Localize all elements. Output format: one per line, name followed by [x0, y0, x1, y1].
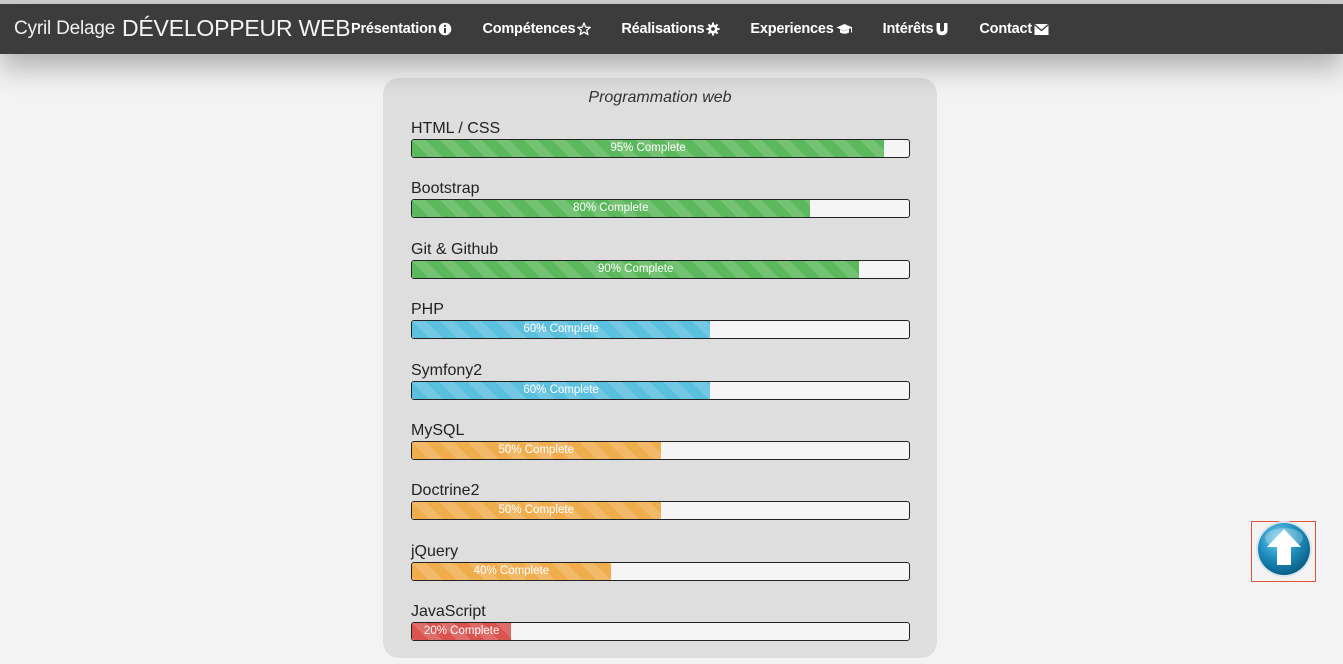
progress-fill: 60% Complete	[412, 321, 711, 339]
progress-bar: 50% Complete	[411, 440, 910, 460]
star-icon	[577, 22, 592, 36]
skill-label: Doctrine2	[411, 482, 480, 500]
panel-title: Programmation web	[588, 89, 732, 106]
skill-label: Symfony2	[411, 361, 483, 379]
gear-icon	[706, 22, 720, 36]
skill-label: jQuery	[411, 542, 459, 560]
progress-bar: 90% Complete	[411, 259, 910, 279]
nav-label: Contact	[979, 21, 1032, 37]
skill-item: Git & Github 90% Complete	[411, 241, 910, 301]
progress-label: 90% Complete	[597, 262, 674, 275]
skill-label: MySQL	[411, 421, 465, 439]
nav-links: Présentation Compétences Réalisations Ex…	[351, 4, 1079, 54]
progress-label: 50% Complete	[498, 504, 574, 517]
nav-label: Compétences	[482, 21, 576, 37]
brand-name[interactable]: Cyril Delage	[14, 18, 115, 40]
skill-item: jQuery 40% Complete	[411, 543, 910, 603]
envelope-icon	[1034, 23, 1049, 36]
skill-label: PHP	[411, 301, 444, 319]
progress-label: 95% Complete	[610, 142, 686, 154]
progress-label: 50% Complete	[498, 443, 574, 456]
info-circle-icon	[438, 22, 452, 36]
skill-label: HTML / CSS	[411, 120, 501, 137]
progress-label: 60% Complete	[523, 323, 599, 336]
skills-list: HTML / CSS 95% Complete Bootstrap 80% Compl…	[411, 120, 910, 664]
skill-item: MySQL 50% Complete	[411, 422, 910, 482]
skill-label: Git & Github	[411, 240, 499, 258]
skill-item: PHP 60% Complete	[411, 301, 910, 361]
skill-item: HTML / CSS 95% Complete	[411, 120, 910, 180]
nav-link-competences[interactable]: Compétences	[482, 21, 592, 37]
nav-link-realisations[interactable]: Réalisations	[621, 21, 720, 37]
skill-item: Symfony2 60% Complete	[411, 362, 910, 422]
progress-fill: 50% Complete	[412, 502, 661, 520]
progress-bar: 50% Complete	[411, 501, 910, 521]
progress-fill: 90% Complete	[412, 260, 860, 278]
skill-item: Bootstrap 80% Complete	[411, 180, 910, 240]
nav-label: Experiences	[750, 21, 834, 37]
arrow-up-circle-icon	[1254, 519, 1314, 584]
progress-fill: 80% Complete	[412, 200, 810, 218]
progress-fill: 40% Complete	[412, 562, 611, 580]
progress-label: 60% Complete	[523, 383, 599, 396]
skills-panel: Programmation web HTML / CSS 95% Complete…	[383, 78, 937, 658]
nav-label: Intérêts	[882, 21, 934, 37]
navbar: Cyril Delage DÉVELOPPEUR WEB Présentatio…	[0, 4, 1343, 54]
progress-bar: 80% Complete	[411, 199, 910, 219]
skill-item: Doctrine2 50% Complete	[411, 482, 910, 542]
nav-label: Présentation	[351, 21, 437, 37]
progress-fill: 60% Complete	[412, 381, 711, 399]
scroll-to-top-button[interactable]	[1251, 521, 1316, 582]
nav-link-contact[interactable]: Contact	[979, 21, 1049, 37]
progress-bar: 60% Complete	[411, 320, 910, 340]
nav-link-experiences[interactable]: Experiences	[750, 21, 853, 37]
progress-fill: 95% Complete	[412, 140, 885, 157]
magnet-icon	[935, 22, 949, 36]
nav-link-interets[interactable]: Intérêts	[883, 21, 950, 37]
brand-title: DÉVELOPPEUR WEB	[122, 15, 351, 41]
nav-link-presentation[interactable]: Présentation	[351, 21, 452, 37]
progress-bar: 95% Complete	[411, 139, 910, 158]
skill-label: Bootstrap	[411, 180, 480, 198]
progress-fill: 50% Complete	[412, 441, 661, 459]
progress-label: 80% Complete	[573, 202, 649, 215]
graduation-cap-icon	[836, 22, 853, 36]
nav-label: Réalisations	[621, 21, 705, 37]
progress-bar: 60% Complete	[411, 380, 910, 400]
skill-label: JavaScript	[411, 603, 486, 621]
progress-label: 40% Complete	[473, 564, 550, 577]
skill-item: JavaScript 20% Complete	[411, 603, 910, 663]
progress-bar: 40% Complete	[411, 561, 910, 581]
